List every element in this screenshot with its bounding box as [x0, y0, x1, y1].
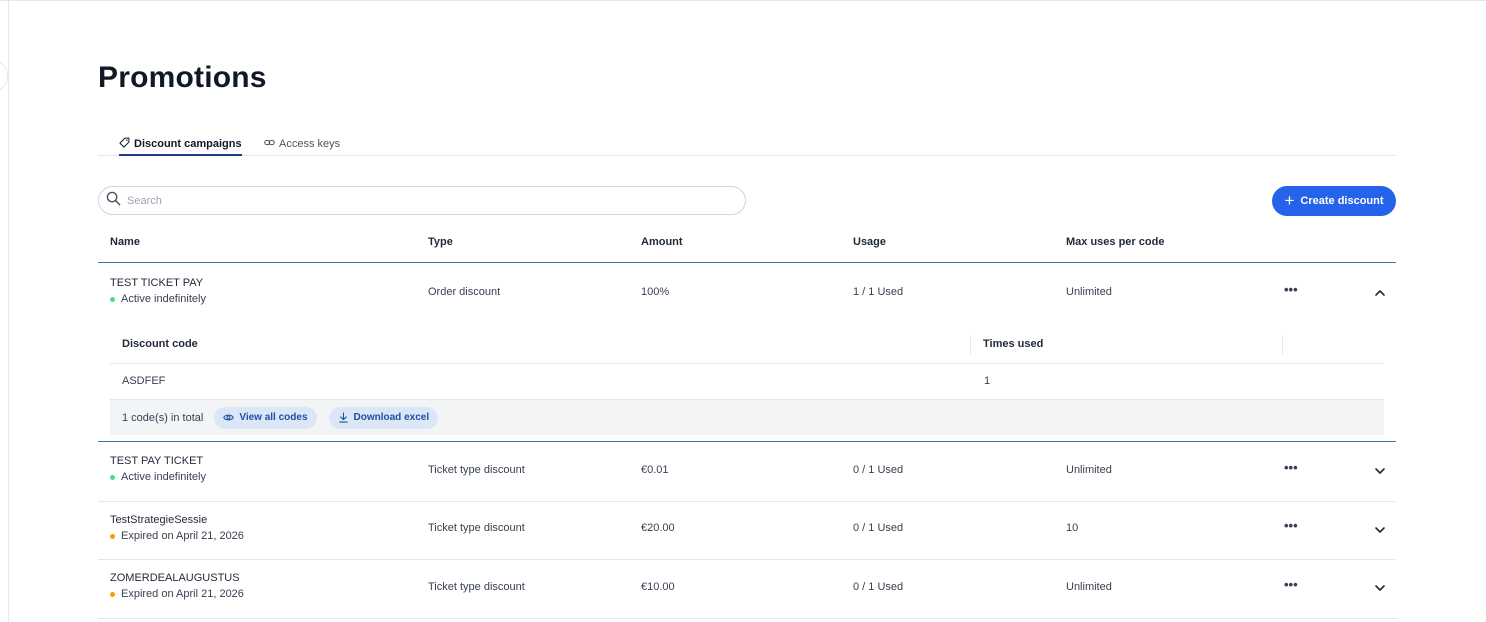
- campaign-name-cell: TEST PAY TICKET Active indefinitely: [110, 455, 206, 483]
- type-cell: Ticket type discount: [428, 522, 525, 534]
- type-cell: Ticket type discount: [428, 464, 525, 476]
- table-row[interactable]: TestStrategieSessie Expired on April 21,…: [98, 502, 1396, 559]
- discount-code-cell: ASDFEF: [122, 375, 166, 387]
- download-excel-label: Download excel: [353, 412, 430, 423]
- column-divider: [970, 335, 971, 354]
- table-row[interactable]: TEST PAY TICKET Active indefinitely Tick…: [98, 442, 1396, 501]
- codes-footer: 1 code(s) in total View all codes Downlo…: [110, 400, 1384, 435]
- row-divider: [98, 618, 1396, 619]
- status-indicator: Active indefinitely: [110, 293, 206, 305]
- view-all-codes-button[interactable]: View all codes: [214, 406, 317, 429]
- campaign-name: TEST TICKET PAY: [110, 277, 204, 289]
- column-header-times-used: Times used: [983, 338, 1044, 350]
- eye-icon: [223, 414, 235, 421]
- search-box[interactable]: [98, 186, 746, 215]
- code-row: ASDFEF 1: [110, 364, 1384, 400]
- status-dot-icon: [110, 474, 115, 480]
- column-header-max-uses[interactable]: Max uses per code: [1066, 236, 1164, 248]
- plus-icon: +: [1284, 190, 1295, 210]
- status-text: Expired on April 21, 2026: [121, 588, 244, 600]
- search-input[interactable]: [125, 193, 729, 208]
- status-text: Expired on April 21, 2026: [121, 530, 244, 542]
- tab-bar: Discount campaigns Access keys: [98, 135, 1396, 156]
- more-actions-icon[interactable]: •••: [1284, 460, 1298, 475]
- campaign-name: ZOMERDEALAUGUSTUS: [110, 572, 240, 584]
- max-uses-cell: 10: [1066, 522, 1079, 534]
- tab-label: Access keys: [279, 138, 341, 150]
- chevron-down-icon[interactable]: [1374, 582, 1386, 594]
- more-actions-icon[interactable]: •••: [1284, 577, 1298, 592]
- create-discount-button[interactable]: + Create discount: [1272, 186, 1396, 216]
- left-rail: [0, 1, 9, 622]
- table-header: Name Type Amount Usage Max uses per code: [98, 227, 1396, 263]
- max-uses-cell: Unlimited: [1066, 464, 1112, 476]
- max-uses-cell: Unlimited: [1066, 581, 1112, 593]
- column-divider: [1282, 335, 1283, 354]
- campaign-name-cell: TEST TICKET PAY Active indefinitely: [110, 277, 206, 305]
- column-header-usage[interactable]: Usage: [853, 236, 886, 248]
- campaign-name-cell: TestStrategieSessie Expired on April 21,…: [110, 514, 244, 542]
- page-title: Promotions: [98, 61, 267, 94]
- tab-label: Discount campaigns: [134, 138, 242, 150]
- link-icon: [264, 137, 275, 151]
- create-discount-label: Create discount: [1300, 195, 1384, 207]
- tag-icon: [119, 137, 130, 151]
- table-row[interactable]: TEST TICKET PAY Active indefinitely Orde…: [98, 263, 1396, 323]
- chevron-down-icon[interactable]: [1374, 465, 1386, 477]
- sidebar-toggle-handle[interactable]: [0, 61, 8, 91]
- column-header-amount[interactable]: Amount: [641, 236, 683, 248]
- amount-cell: €20.00: [641, 522, 675, 534]
- status-text: Active indefinitely: [121, 293, 206, 305]
- usage-cell: 1 / 1 Used: [853, 286, 904, 298]
- download-excel-button[interactable]: Download excel: [328, 406, 439, 429]
- column-header-discount-code: Discount code: [122, 338, 198, 350]
- more-actions-icon[interactable]: •••: [1284, 518, 1298, 533]
- view-all-codes-label: View all codes: [239, 412, 308, 423]
- status-text: Active indefinitely: [121, 471, 206, 483]
- chevron-up-icon[interactable]: [1374, 287, 1386, 299]
- column-header-type[interactable]: Type: [428, 236, 453, 248]
- campaign-name: TEST PAY TICKET: [110, 455, 204, 467]
- tab-access-keys[interactable]: Access keys: [264, 137, 340, 155]
- usage-cell: 0 / 1 Used: [853, 464, 904, 476]
- status-indicator: Expired on April 21, 2026: [110, 588, 244, 600]
- status-indicator: Expired on April 21, 2026: [110, 530, 244, 542]
- tab-discount-campaigns[interactable]: Discount campaigns: [119, 137, 242, 156]
- type-cell: Ticket type discount: [428, 581, 525, 593]
- usage-cell: 0 / 1 Used: [853, 581, 904, 593]
- codes-total-text: 1 code(s) in total: [122, 411, 204, 424]
- chevron-down-icon[interactable]: [1374, 524, 1386, 536]
- type-cell: Order discount: [428, 286, 501, 298]
- search-icon: [99, 191, 121, 211]
- amount-cell: €10.00: [641, 581, 675, 593]
- amount-cell: 100%: [641, 286, 670, 298]
- status-dot-icon: [110, 296, 115, 302]
- download-icon: [338, 412, 348, 423]
- status-indicator: Active indefinitely: [110, 471, 206, 483]
- campaign-name-cell: ZOMERDEALAUGUSTUS Expired on April 21, 2…: [110, 572, 244, 600]
- status-dot-icon: [110, 533, 115, 539]
- table-row[interactable]: ZOMERDEALAUGUSTUS Expired on April 21, 2…: [98, 560, 1396, 618]
- campaign-name: TestStrategieSessie: [110, 514, 208, 526]
- more-actions-icon[interactable]: •••: [1284, 282, 1298, 297]
- amount-cell: €0.01: [641, 464, 669, 476]
- codes-table-header: Discount code Times used: [110, 327, 1384, 364]
- usage-cell: 0 / 1 Used: [853, 522, 904, 534]
- app-frame: Promotions Discount campaigns Access key…: [0, 0, 1486, 622]
- column-header-name[interactable]: Name: [110, 236, 140, 248]
- status-dot-icon: [110, 591, 115, 597]
- times-used-cell: 1: [984, 375, 991, 387]
- max-uses-cell: Unlimited: [1066, 286, 1112, 298]
